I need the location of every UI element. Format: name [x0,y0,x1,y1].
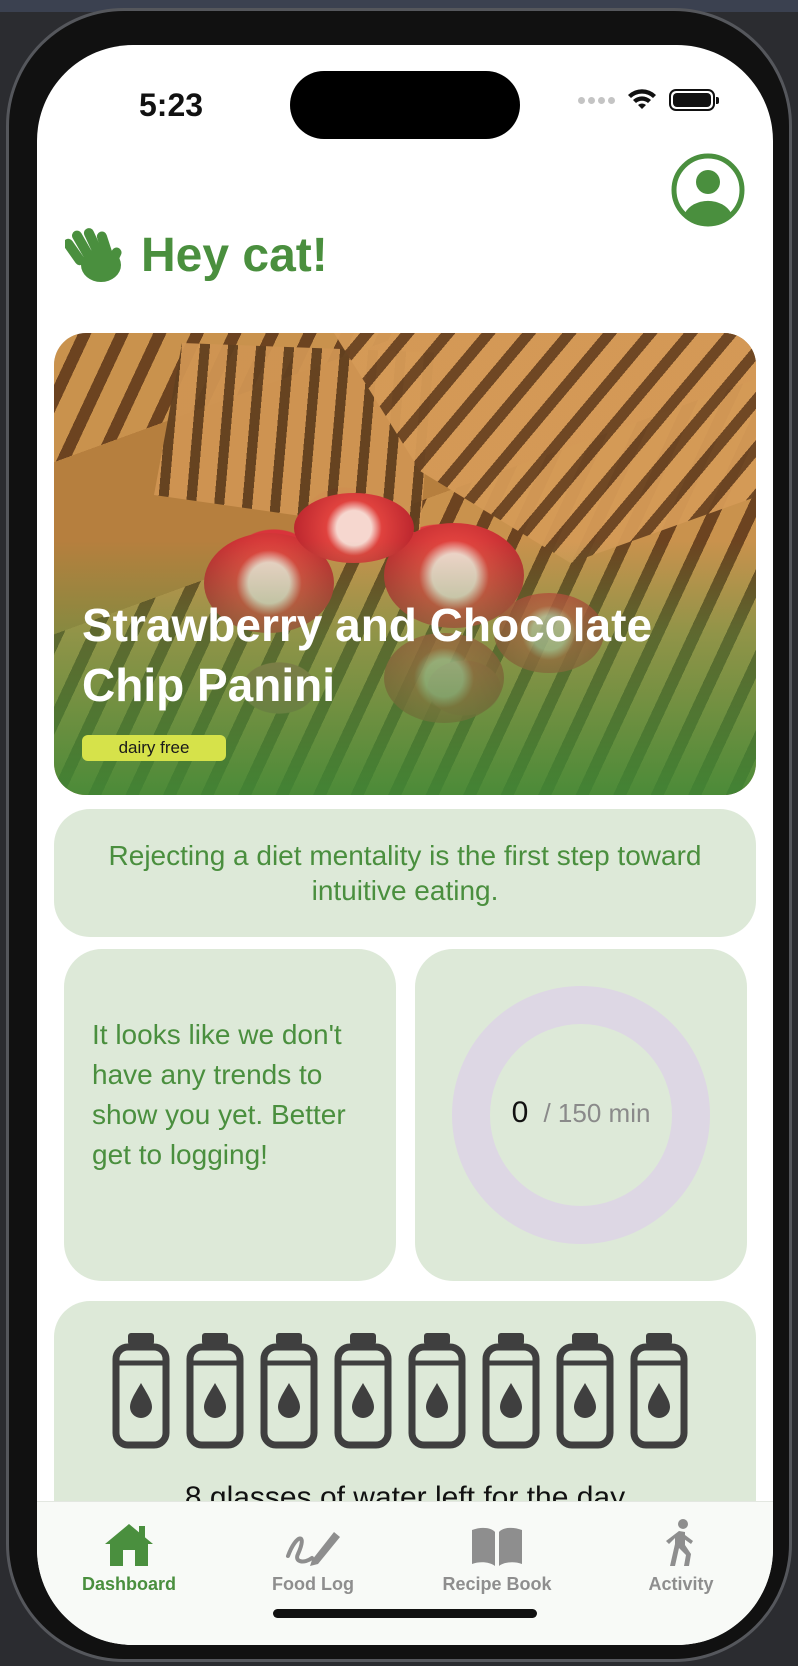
book-icon [472,1527,522,1566]
recipe-overlay [54,333,756,795]
greeting-title: Hey cat! [141,228,328,282]
status-time: 5:23 [139,87,204,123]
recipe-title: Strawberry and Chocolate Chip Panini [82,599,653,711]
tab-recipe-book[interactable]: Recipe Book [405,1516,589,1595]
battery-icon [669,89,719,111]
activity-progress-label: 0 / 150 min [415,1096,747,1130]
water-bottle-icon[interactable] [260,1331,318,1449]
tab-label: Recipe Book [442,1574,552,1594]
trends-card[interactable]: It looks like we don't have any trends t… [64,949,396,1281]
signal-icon [578,96,615,104]
tab-label: Food Log [272,1574,354,1594]
trends-empty-message: It looks like we don't have any trends t… [92,1019,346,1170]
wifi-icon [628,89,656,109]
water-bottle-icon[interactable] [556,1331,614,1449]
water-bottle-icon[interactable] [334,1331,392,1449]
tip-card: Rejecting a diet mentality is the first … [54,809,756,937]
profile-avatar-icon[interactable] [671,153,745,227]
app-screen: 5:23 Hey cat! Strawberry and Chocolate C… [37,45,773,1645]
walking-person-icon [666,1519,693,1566]
waving-hand-icon [65,228,122,282]
phone-frame: 5:23 Hey cat! Strawberry and Chocolate C… [6,8,792,1662]
water-bottle-icon[interactable] [112,1331,170,1449]
water-bottle-icon[interactable] [482,1331,540,1449]
water-bottle-icon[interactable] [186,1331,244,1449]
featured-recipe-card[interactable]: Strawberry and Chocolate Chip Panini dai… [54,333,756,795]
tab-bar: Dashboard Food Log Recipe Book Activity [37,1501,773,1645]
tip-text: Rejecting a diet mentality is the first … [108,840,702,906]
activity-progress-card[interactable]: 0 / 150 min [415,949,747,1281]
pencil-scribble-icon [286,1532,340,1566]
status-icons [578,89,719,111]
tab-dashboard[interactable]: Dashboard [37,1516,221,1595]
greeting: Hey cat! [65,225,328,285]
water-bottle-icon[interactable] [408,1331,466,1449]
water-bottles [112,1331,688,1449]
dynamic-island [290,71,520,139]
tab-label: Dashboard [81,1574,177,1594]
water-bottle-icon[interactable] [630,1331,688,1449]
diet-tag-badge: dairy free [82,735,226,761]
tab-label: Activity [648,1574,714,1594]
tab-activity[interactable]: Activity [589,1516,773,1595]
home-icon [105,1524,153,1566]
activity-minutes: 0 [511,1096,529,1129]
activity-goal: / 150 min [543,1098,651,1128]
tab-food-log[interactable]: Food Log [221,1516,405,1595]
home-indicator[interactable] [273,1609,537,1618]
